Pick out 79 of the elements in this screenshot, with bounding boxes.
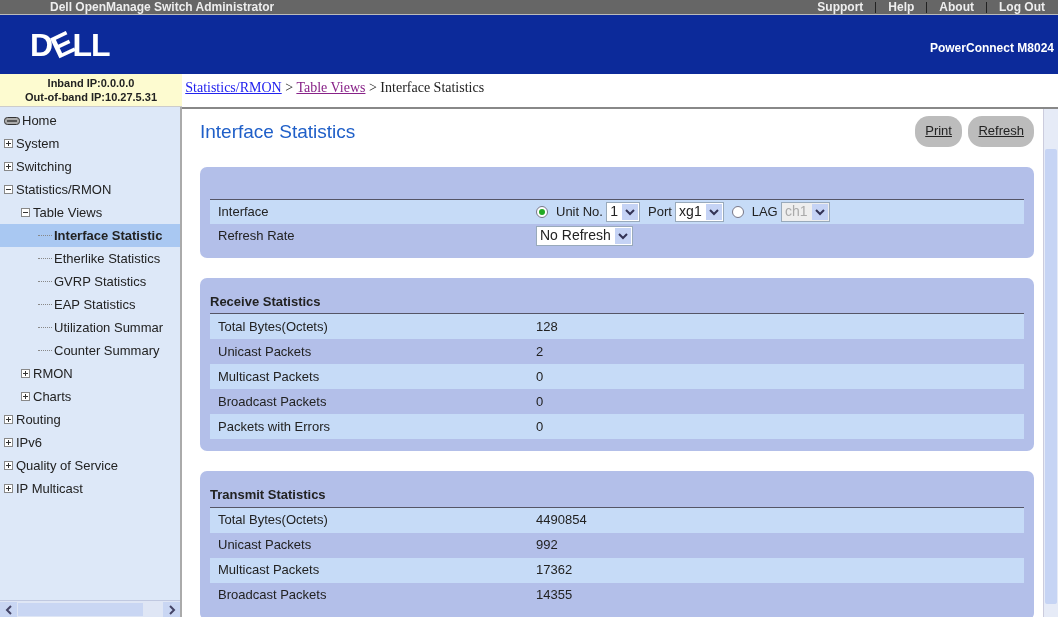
action-button[interactable]: Refresh [968,115,1034,147]
stat-label: Total Bytes(Octets) [218,511,329,530]
tree-item[interactable]: GVRP Statistics [0,270,180,293]
field-label: Interface [218,202,270,221]
stat-label: Broadcast Packets [218,586,328,605]
tree-item[interactable]: Quality of Service [0,454,180,477]
ip-address-text: Out-of-band IP:10.27.5.31 [24,90,158,104]
top-link[interactable]: Log Out [999,0,1045,15]
vertical-scrollbar[interactable] [1043,109,1058,617]
tree-item[interactable]: Statistics/RMON [0,178,180,201]
model-name: PowerConnect M8024 [929,39,1054,57]
stat-label: Packets with Errors [218,417,331,436]
stat-value: 4490854 [536,511,587,530]
expand-icon[interactable] [4,162,13,171]
field-label: Port [648,202,672,221]
stat-label: Multicast Packets [218,367,321,386]
stat-label: Total Bytes(Octets) [218,317,329,336]
horizontal-scrollbar[interactable] [0,600,180,617]
top-link[interactable]: Support [817,0,864,15]
stat-value: 992 [536,536,558,555]
tree-item[interactable]: Routing [0,408,180,431]
scroll-left-icon[interactable] [4,604,13,615]
tree-item[interactable]: Table Views [0,201,180,224]
tree-item[interactable]: Counter Summary [0,339,180,362]
section-title: Receive Statistics [210,292,322,311]
radio-label: Unit No. [556,202,603,221]
action-button[interactable]: Print [915,115,962,147]
expand-icon[interactable] [4,438,13,447]
stat-label: Unicast Packets [218,536,313,555]
stat-label: Unicast Packets [218,342,313,361]
expand-icon[interactable] [21,392,30,401]
breadcrumb-link[interactable]: Table Views [296,80,366,95]
tree-item[interactable]: Switching [0,155,180,178]
scroll-right-icon[interactable] [167,604,176,615]
expand-icon[interactable] [21,369,30,378]
tree-item[interactable]: IPv6 [0,431,180,454]
stat-value: 14355 [536,586,573,605]
breadcrumb-link[interactable]: Statistics/RMON [185,80,282,95]
tree-item[interactable]: RMON [0,362,180,385]
app-title: Dell OpenManage Switch Administrator [50,0,275,15]
stat-label: Broadcast Packets [218,392,328,411]
stat-value: 0 [536,417,544,436]
tree-item[interactable]: Charts [0,385,180,408]
stat-value: 128 [536,317,558,336]
tree-item[interactable]: System [0,132,180,155]
tree-item[interactable]: Home [0,109,180,132]
breadcrumb-current: Interface Statistics [380,80,485,95]
ip-address-text: Inband IP:0.0.0.0 [46,76,136,90]
dropdown[interactable]: xg1 [675,201,724,222]
radio-label: LAG [751,202,778,221]
tree-item[interactable]: IP Multicast [0,477,180,500]
tree-item[interactable]: Etherlike Statistics [0,247,180,270]
collapse-icon[interactable] [4,185,13,194]
stat-value: 17362 [536,561,573,580]
breadcrumb-separator: > [368,80,377,95]
expand-icon[interactable] [4,461,13,470]
expand-icon[interactable] [4,139,13,148]
top-link[interactable]: Help [888,0,915,15]
expand-icon[interactable] [4,415,13,424]
breadcrumb-separator: > [285,80,294,95]
tree-item[interactable]: EAP Statistics [0,293,180,316]
expand-icon[interactable] [4,484,13,493]
stat-value: 2 [536,342,544,361]
stat-value: 0 [536,367,544,386]
stat-value: 0 [536,392,544,411]
tree-item[interactable]: Utilization Summar [0,316,180,339]
collapse-icon[interactable] [21,208,30,217]
field-label: Refresh Rate [218,226,296,245]
top-link[interactable]: About [939,0,974,15]
radio-button[interactable] [536,205,548,218]
page-title: Interface Statistics [199,120,356,144]
tree-item[interactable]: Interface Statistic [0,224,180,247]
dropdown[interactable]: No Refresh [536,225,633,246]
section-title: Transmit Statistics [210,486,327,504]
switch-icon [4,115,20,126]
dell-logo: DELL [30,28,110,61]
radio-button[interactable] [731,205,744,218]
stat-label: Multicast Packets [218,561,321,580]
dropdown[interactable]: 1 [606,201,640,222]
